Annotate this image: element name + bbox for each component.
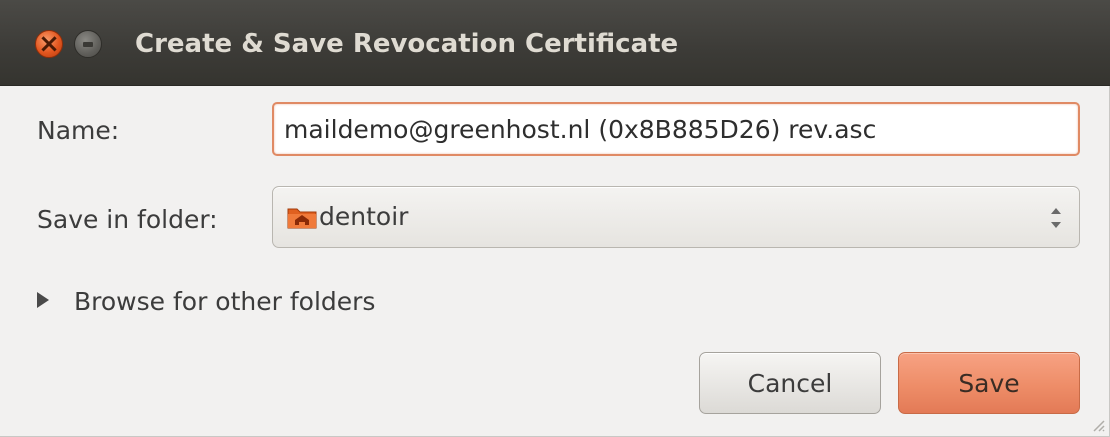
save-in-folder-label: Save in folder:	[37, 205, 218, 234]
folder-value: dentoir	[319, 202, 409, 231]
titlebar: Create & Save Revocation Certificate	[0, 0, 1110, 86]
name-input[interactable]	[272, 102, 1080, 156]
browse-folders-label: Browse for other folders	[74, 287, 376, 316]
save-button[interactable]: Save	[898, 352, 1080, 414]
window-title: Create & Save Revocation Certificate	[135, 29, 679, 59]
close-icon[interactable]	[35, 28, 63, 60]
folder-select[interactable]: dentoir	[272, 186, 1080, 248]
updown-arrows-icon	[1051, 208, 1061, 228]
resize-grip-icon[interactable]	[1091, 418, 1105, 432]
cancel-button[interactable]: Cancel	[699, 352, 881, 414]
minimize-icon[interactable]	[74, 30, 102, 58]
name-label: Name:	[37, 116, 120, 145]
expander-arrow-icon	[37, 292, 49, 308]
home-folder-icon	[287, 208, 317, 229]
save-dialog: Create & Save Revocation Certificate Nam…	[0, 0, 1110, 437]
